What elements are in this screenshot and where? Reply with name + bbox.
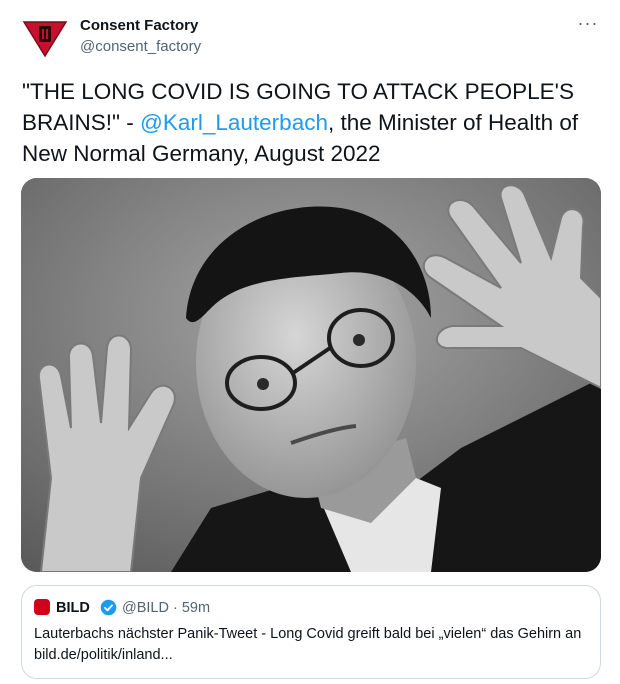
bild-avatar[interactable] [34, 599, 50, 615]
tweet-text: "THE LONG COVID IS GOING TO ATTACK PEOPL… [22, 76, 602, 169]
quoted-tweet[interactable]: BILD @BILD · 59m Lauterbachs nächster Pa… [21, 585, 601, 679]
author-display-name[interactable]: Consent Factory [80, 17, 198, 34]
more-options-icon[interactable]: ··· [576, 14, 600, 36]
quoted-handle-time: @BILD · 59m [122, 600, 211, 616]
quoted-display-name[interactable]: BILD [56, 600, 90, 616]
author-handle[interactable]: @consent_factory [80, 38, 201, 55]
avatar[interactable] [22, 18, 68, 58]
verified-badge-icon [100, 599, 117, 616]
tweet-photo[interactable] [21, 178, 601, 572]
mention-link[interactable]: @Karl_Lauterbach [140, 110, 328, 135]
photo-image [21, 178, 601, 572]
quoted-tweet-header: BILD @BILD · 59m [34, 598, 594, 618]
tweet-card: Consent Factory @consent_factory ··· "TH… [0, 0, 620, 684]
quoted-tweet-text: Lauterbachs nächster Panik-Tweet - Long … [34, 626, 582, 663]
tweet-header: Consent Factory @consent_factory ··· [22, 14, 606, 62]
